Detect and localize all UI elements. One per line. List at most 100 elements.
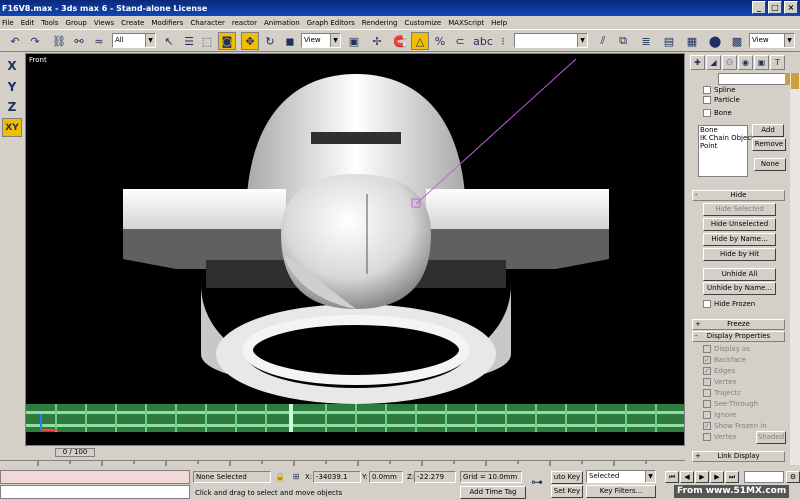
manipulate-icon[interactable]: ✢ xyxy=(368,32,386,50)
viewport-label[interactable]: Front xyxy=(29,56,47,64)
curve-editor-icon[interactable]: ▤ xyxy=(660,32,678,50)
display-tab-icon[interactable]: ▣ xyxy=(754,55,769,70)
front-viewport[interactable]: Front xyxy=(25,53,685,446)
percent-snap-icon[interactable]: % xyxy=(431,32,449,50)
menu-graph-editors[interactable]: Graph Editors xyxy=(307,19,355,27)
selection-filter-dropdown[interactable]: All ▼ xyxy=(112,33,156,48)
list-item[interactable]: Point xyxy=(700,142,747,150)
shaded-button[interactable]: Shaded xyxy=(756,431,786,444)
display-properties-rollout-header[interactable]: - Display Properties xyxy=(692,331,785,342)
named-selection-icon[interactable]: ⁝ xyxy=(494,32,512,50)
set-key-button[interactable]: Set Key xyxy=(551,485,583,498)
motion-tab-icon[interactable]: ◉ xyxy=(738,55,753,70)
lock-icon[interactable]: 🔒 xyxy=(274,470,286,483)
x-coordinate-field[interactable]: -34039.1 xyxy=(313,471,361,483)
bind-space-warp-icon[interactable]: ≈ xyxy=(90,32,108,50)
key-mode-icon[interactable]: ⊶ xyxy=(527,474,547,490)
list-item[interactable]: Bone xyxy=(700,126,747,134)
vertex-colors-checkbox[interactable]: Vertex xyxy=(703,433,737,441)
hide-selected-button[interactable]: Hide Selected xyxy=(703,203,776,216)
absolute-mode-icon[interactable]: ⊞ xyxy=(290,470,302,483)
unhide-by-name-button[interactable]: Unhide by Name... xyxy=(703,282,776,295)
unlink-icon[interactable]: ⚯ xyxy=(70,32,88,50)
close-button[interactable]: × xyxy=(784,1,798,14)
vertex-ticks-checkbox[interactable]: Vertex xyxy=(703,378,737,386)
select-scale-icon[interactable]: ◼ xyxy=(281,32,299,50)
hierarchy-tab-icon[interactable]: ⚇ xyxy=(722,55,737,70)
menu-group[interactable]: Group xyxy=(66,19,87,27)
next-frame-icon[interactable]: ▶ xyxy=(710,471,724,483)
edit-named-selections-icon[interactable]: abc xyxy=(473,32,493,50)
menu-file[interactable]: File xyxy=(2,19,14,27)
menu-create[interactable]: Create xyxy=(121,19,144,27)
menu-customize[interactable]: Customize xyxy=(404,19,441,27)
time-slider[interactable]: 0 / 100 xyxy=(25,447,685,458)
pivot-point-icon[interactable]: ▣ xyxy=(345,32,363,50)
utilities-tab-icon[interactable]: T xyxy=(770,55,785,70)
object-name-field[interactable] xyxy=(718,73,786,85)
hide-rollout-header[interactable]: - Hide xyxy=(692,190,785,201)
hide-unselected-button[interactable]: Hide Unselected xyxy=(703,218,776,231)
hide-by-name-button[interactable]: Hide by Name... xyxy=(703,233,776,246)
spinner-snap-icon[interactable]: ⊂ xyxy=(451,32,469,50)
unhide-all-button[interactable]: Unhide All xyxy=(703,268,776,281)
modify-tab-icon[interactable]: ◢ xyxy=(706,55,721,70)
rectangular-selection-icon[interactable]: ⬚ xyxy=(198,32,216,50)
previous-frame-icon[interactable]: ◀ xyxy=(680,471,694,483)
select-by-name-icon[interactable]: ☰ xyxy=(180,32,198,50)
spline-checkbox[interactable]: Spline xyxy=(703,86,736,94)
minimize-button[interactable]: _ xyxy=(752,1,766,14)
add-button[interactable]: Add xyxy=(752,124,784,137)
key-filters-button[interactable]: Key Filters... xyxy=(586,485,656,498)
hide-by-hit-button[interactable]: Hide by Hit xyxy=(703,248,776,261)
menu-help[interactable]: Help xyxy=(491,19,507,27)
list-item[interactable]: IK Chain Object xyxy=(700,134,754,142)
track-bar[interactable] xyxy=(0,460,685,469)
show-frozen-in-gray-checkbox[interactable]: ✓ Show Frozen in xyxy=(703,422,767,430)
snaps-toggle-icon[interactable]: 🧲 xyxy=(391,32,409,50)
display-as-box-checkbox[interactable]: Display as xyxy=(703,345,750,353)
edges-only-checkbox[interactable]: ✓ Edges xyxy=(703,367,735,375)
go-to-start-icon[interactable]: ⏮ xyxy=(665,471,679,483)
menu-views[interactable]: Views xyxy=(94,19,114,27)
key-selection-dropdown[interactable]: Selected ▼ xyxy=(586,470,656,483)
auto-key-button[interactable]: uto Key xyxy=(551,471,583,484)
layer-manager-icon[interactable]: ≣ xyxy=(637,32,655,50)
reference-coordinate-dropdown[interactable]: View ▼ xyxy=(301,33,341,48)
play-icon[interactable]: ▶ xyxy=(695,471,709,483)
maxscript-input[interactable] xyxy=(0,485,190,499)
align-icon[interactable]: ⧉ xyxy=(614,32,632,50)
schematic-view-icon[interactable]: ▦ xyxy=(683,32,701,50)
particle-checkbox[interactable]: Particle xyxy=(703,96,740,104)
display-filter-list[interactable]: Bone IK Chain Object Point xyxy=(698,125,754,177)
ignore-extents-checkbox[interactable]: Ignore xyxy=(703,411,736,419)
menu-rendering[interactable]: Rendering xyxy=(362,19,398,27)
none-button[interactable]: None xyxy=(754,158,786,171)
z-coordinate-field[interactable]: -22.279 xyxy=(414,471,456,483)
menu-reactor[interactable]: reactor xyxy=(232,19,257,27)
trajectory-checkbox[interactable]: Trajectc xyxy=(703,389,741,397)
maxscript-listener-mini[interactable] xyxy=(0,470,190,484)
menu-tools[interactable]: Tools xyxy=(41,19,58,27)
mirror-icon[interactable]: ⫽ xyxy=(594,32,612,50)
go-to-end-icon[interactable]: ⏭ xyxy=(725,471,739,483)
hide-frozen-checkbox[interactable]: Hide Frozen xyxy=(703,300,755,308)
freeze-rollout-header[interactable]: + Freeze xyxy=(692,319,785,330)
current-frame-field[interactable] xyxy=(744,471,784,483)
select-link-icon[interactable]: ⛓ xyxy=(50,32,68,50)
menu-character[interactable]: Character xyxy=(190,19,225,27)
render-type-dropdown[interactable]: View ▼ xyxy=(749,33,795,48)
window-crossing-icon[interactable]: ◙ xyxy=(218,32,236,50)
restrict-y-button[interactable]: Y xyxy=(2,78,22,97)
see-through-checkbox[interactable]: See-Through xyxy=(703,400,758,408)
create-tab-icon[interactable]: ✚ xyxy=(690,55,705,70)
menu-animation[interactable]: Animation xyxy=(264,19,300,27)
undo-icon[interactable]: ↶ xyxy=(6,32,24,50)
named-selection-sets-dropdown[interactable]: ▼ xyxy=(514,33,588,48)
restrict-xy-button[interactable]: XY xyxy=(2,118,22,137)
select-move-icon[interactable]: ✥ xyxy=(241,32,259,50)
select-rotate-icon[interactable]: ↻ xyxy=(261,32,279,50)
menu-maxscript[interactable]: MAXScript xyxy=(448,19,484,27)
angle-snap-icon[interactable]: △ xyxy=(411,32,429,50)
menu-edit[interactable]: Edit xyxy=(21,19,35,27)
